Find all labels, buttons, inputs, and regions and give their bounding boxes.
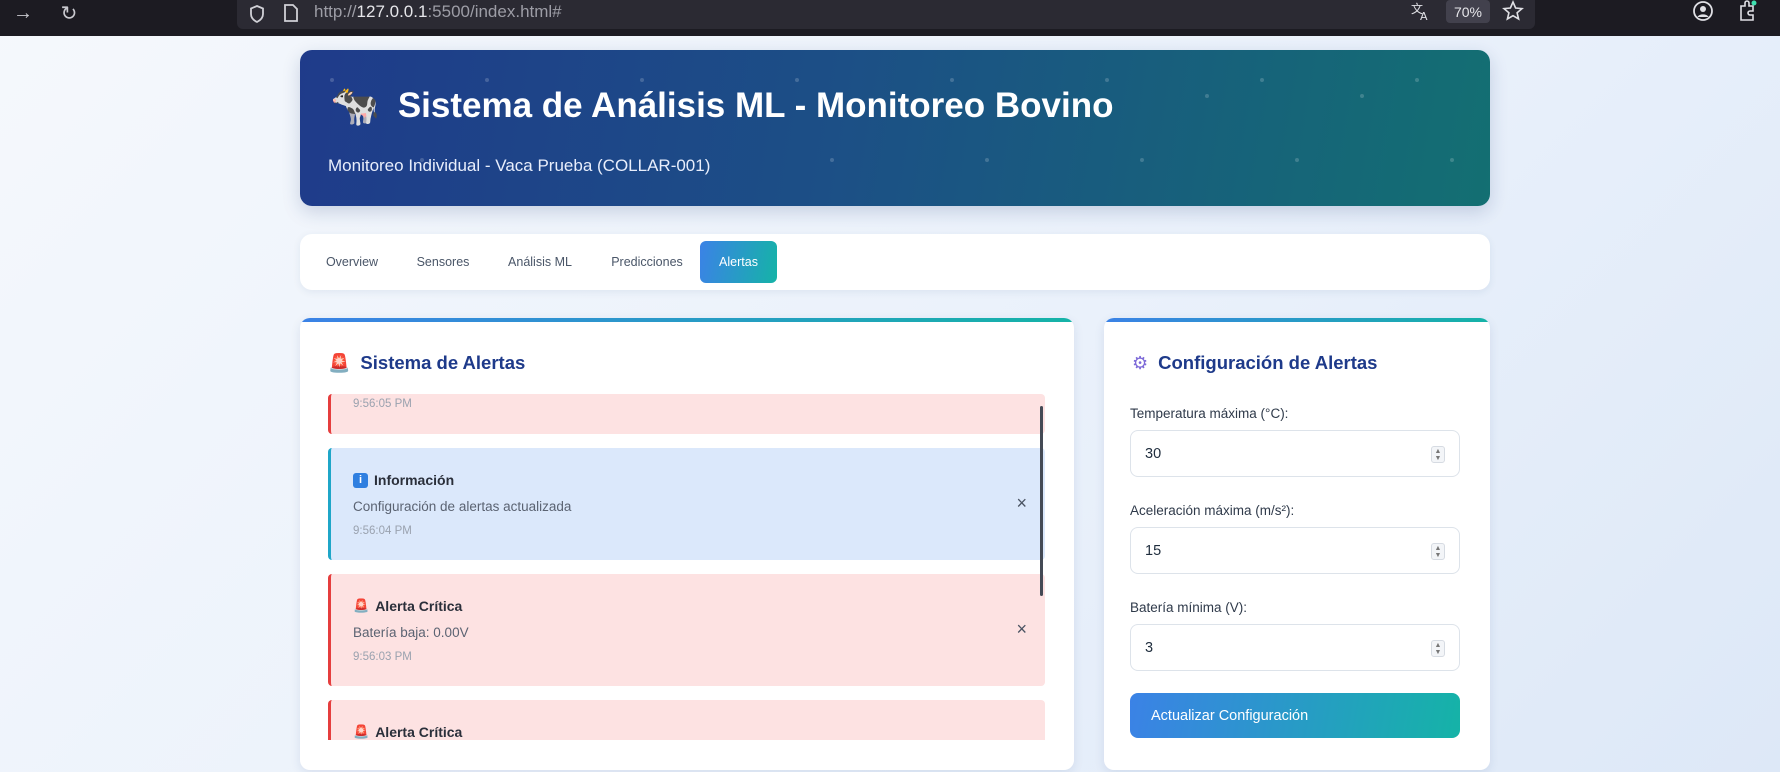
siren-icon: 🚨 <box>353 598 370 613</box>
info-icon: i <box>353 472 368 488</box>
decorative-dot <box>330 78 334 82</box>
max-acceleration-label: Aceleración máxima (m/s²): <box>1130 503 1295 518</box>
decorative-dot <box>985 158 989 162</box>
decorative-dot <box>1295 158 1299 162</box>
number-stepper-icon[interactable]: ▲ ▼ <box>1431 640 1445 657</box>
decorative-dot <box>830 158 834 162</box>
decorative-dot <box>950 78 954 82</box>
tab-sensores[interactable]: Sensores <box>403 241 483 283</box>
gear-icon: ⚙ <box>1132 352 1149 373</box>
tab-analisis-ml[interactable]: Análisis ML <box>495 241 585 283</box>
zoom-level-badge[interactable]: 70% <box>1446 0 1490 23</box>
page-subtitle: Monitoreo Individual - Vaca Prueba (COLL… <box>328 156 711 175</box>
config-panel-title-text: Configuración de Alertas <box>1158 352 1378 373</box>
alert-message: Configuración de alertas actualizada <box>353 499 572 514</box>
svg-text:A: A <box>1420 10 1428 22</box>
max-temperature-value: 30 <box>1145 445 1162 462</box>
tab-bar: Overview Sensores Análisis ML Prediccion… <box>300 234 1490 290</box>
alert-title: Información <box>374 472 455 488</box>
alert-title: Alerta Crítica <box>375 724 463 740</box>
address-bar[interactable]: http://127.0.0.1:5500/index.html# 文 A 70… <box>237 0 1535 29</box>
number-stepper-icon[interactable]: ▲ ▼ <box>1431 543 1445 560</box>
extensions-icon[interactable] <box>1736 0 1758 24</box>
shield-icon[interactable] <box>247 4 267 24</box>
number-stepper-icon[interactable]: ▲ ▼ <box>1431 446 1445 463</box>
decorative-dot <box>640 78 644 82</box>
forward-arrow-icon[interactable]: → <box>12 0 34 26</box>
max-acceleration-value: 15 <box>1145 542 1162 559</box>
config-panel: ⚙ Configuración de Alertas Temperatura m… <box>1104 318 1490 770</box>
decorative-dot <box>1205 94 1209 98</box>
alert-time: 9:56:05 PM <box>353 398 412 410</box>
alert-message: Batería baja: 0.00V <box>353 625 469 640</box>
alert-heading: 🚨 Alerta Crítica <box>353 598 462 614</box>
cow-icon: 🐄 <box>330 84 380 128</box>
url-rest: :5500/index.html# <box>427 2 562 21</box>
alerts-list[interactable]: 9:56:05 PM i Información Configuración d… <box>328 394 1045 740</box>
min-battery-value: 3 <box>1145 639 1154 656</box>
url-text[interactable]: http://127.0.0.1:5500/index.html# <box>314 2 562 22</box>
url-host: 127.0.0.1 <box>356 2 428 21</box>
alert-item-critical: 🚨 Alerta Crítica Batería baja: 0.00V 9:5… <box>328 574 1045 686</box>
min-battery-label: Batería mínima (V): <box>1130 600 1248 615</box>
siren-icon: 🚨 <box>353 724 370 739</box>
decorative-dot <box>1360 94 1364 98</box>
page-icon[interactable] <box>282 3 300 23</box>
reload-icon[interactable]: ↻ <box>58 0 80 26</box>
decorative-dot <box>1260 78 1264 82</box>
decorative-dot <box>1450 158 1454 162</box>
alerts-panel-title: 🚨 Sistema de Alertas <box>328 352 525 374</box>
alerts-scrollbar[interactable] <box>1040 406 1043 596</box>
alert-item-critical: 🚨 Alerta Crítica <box>328 700 1045 740</box>
siren-icon: 🚨 <box>328 352 351 373</box>
max-acceleration-input[interactable]: 15 ▲ ▼ <box>1130 527 1460 574</box>
alert-heading: 🚨 Alerta Crítica <box>353 724 462 740</box>
decorative-dot <box>1140 158 1144 162</box>
translate-icon[interactable]: 文 A <box>1410 0 1432 22</box>
account-icon[interactable] <box>1692 0 1714 22</box>
tab-predicciones[interactable]: Predicciones <box>597 241 697 283</box>
url-prefix: http:// <box>314 2 357 21</box>
alert-time: 9:56:04 PM <box>353 525 412 537</box>
browser-toolbar: → ↻ http://127.0.0.1:5500/index.html# 文 … <box>0 0 1780 36</box>
decorative-dot <box>485 78 489 82</box>
decorative-dot <box>795 78 799 82</box>
decorative-dot <box>1105 78 1109 82</box>
min-battery-input[interactable]: 3 ▲ ▼ <box>1130 624 1460 671</box>
page-title-row: 🐄 Sistema de Análisis ML - Monitoreo Bov… <box>330 86 1113 126</box>
header-banner: 🐄 Sistema de Análisis ML - Monitoreo Bov… <box>300 50 1490 206</box>
alert-heading: i Información <box>353 472 454 488</box>
alert-close-button[interactable]: × <box>1016 620 1027 638</box>
bookmark-star-icon[interactable] <box>1502 0 1524 22</box>
alerts-panel-title-text: Sistema de Alertas <box>360 352 526 373</box>
alert-title: Alerta Crítica <box>375 598 463 614</box>
alert-time: 9:56:03 PM <box>353 651 412 663</box>
alert-item-critical: 9:56:05 PM <box>328 394 1045 434</box>
update-config-button[interactable]: Actualizar Configuración <box>1130 693 1460 738</box>
page-title: Sistema de Análisis ML - Monitoreo Bovin… <box>397 86 1114 125</box>
config-panel-title: ⚙ Configuración de Alertas <box>1132 352 1377 374</box>
alert-close-button[interactable]: × <box>1016 494 1027 512</box>
tab-alertas[interactable]: Alertas <box>700 241 777 283</box>
tab-overview[interactable]: Overview <box>313 241 391 283</box>
alert-item-info: i Información Configuración de alertas a… <box>328 448 1045 560</box>
alerts-panel: 🚨 Sistema de Alertas 9:56:05 PM i Inform… <box>300 318 1074 770</box>
max-temperature-label: Temperatura máxima (°C): <box>1130 406 1289 421</box>
decorative-dot <box>1415 78 1419 82</box>
max-temperature-input[interactable]: 30 ▲ ▼ <box>1130 430 1460 477</box>
